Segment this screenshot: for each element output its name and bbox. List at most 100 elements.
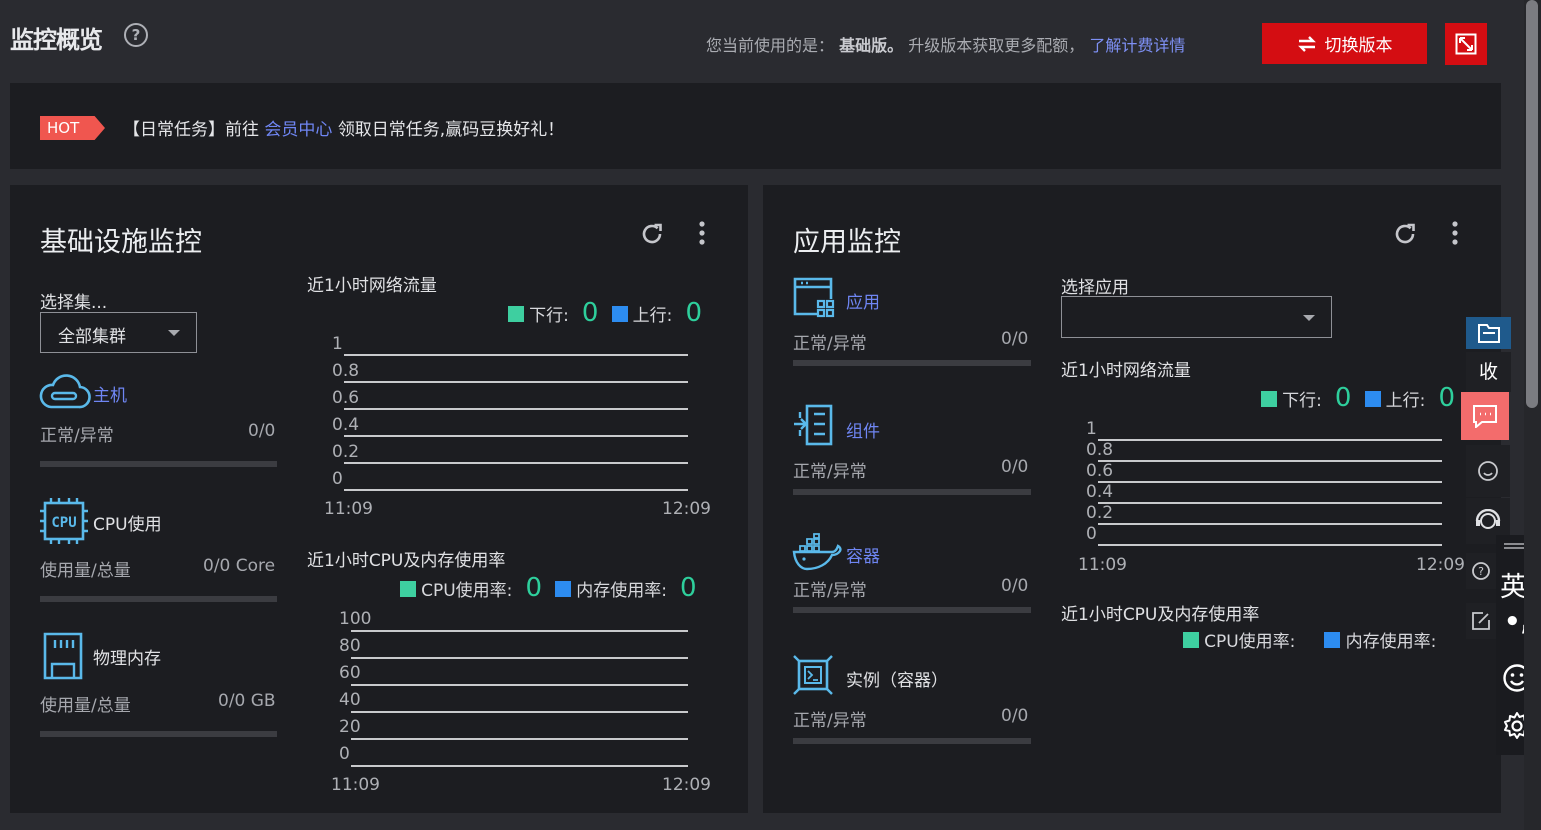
down-legend-label: 下行:: [529, 306, 569, 326]
svg-text:?: ?: [1478, 565, 1484, 578]
y-tick: 60: [339, 663, 361, 683]
down-legend-value: 0: [1334, 383, 1352, 413]
y-tick: 0.2: [1086, 503, 1114, 523]
component-icon: [792, 404, 834, 450]
edit-tool-button[interactable]: [1466, 603, 1496, 639]
y-tick: 100: [339, 609, 372, 629]
down-legend-label: 下行:: [1282, 391, 1322, 411]
app-cpu-mem-legend: CPU使用率: 内存使用率:: [1183, 627, 1436, 652]
more-vertical-icon[interactable]: [698, 220, 706, 250]
component-link[interactable]: 组件: [846, 417, 880, 442]
gridline: [351, 711, 688, 713]
app-select[interactable]: [1061, 296, 1332, 338]
gridline: [1098, 460, 1442, 462]
emoji-tool-button[interactable]: [1466, 445, 1510, 497]
instance-status-value: 0/0: [1001, 706, 1029, 726]
gridline: [1098, 523, 1442, 525]
svg-text:CPU: CPU: [51, 515, 76, 531]
cpu-legend-swatch: [400, 581, 416, 597]
cpu-usage-sub: 使用量/总量: [40, 561, 131, 581]
gridline: [344, 381, 688, 383]
switch-version-button[interactable]: 切换版本: [1262, 23, 1427, 64]
help-circle-icon[interactable]: ?: [124, 23, 148, 47]
instance-terminal-icon: [792, 654, 834, 700]
y-tick: 0.6: [332, 388, 360, 408]
cpu-progress-bar: [40, 596, 277, 602]
gridline: [1098, 439, 1442, 441]
cluster-select-label: 选择集...: [40, 293, 108, 313]
app-network-legend: 下行: 0 上行: 0: [1261, 383, 1468, 423]
gridline: [344, 408, 688, 410]
component-status-label: 正常/异常: [793, 462, 867, 482]
instance-progress-bar: [793, 738, 1031, 744]
component-status-value: 0/0: [1001, 457, 1029, 477]
help-circle-icon: ?: [1472, 562, 1490, 580]
container-whale-icon: [792, 533, 842, 575]
y-tick: 0.2: [332, 442, 360, 462]
page-title: 监控概览: [10, 26, 103, 54]
gridline: [344, 354, 688, 356]
gridline: [351, 630, 688, 632]
smile-icon: [1478, 461, 1498, 481]
app-select-label: 选择应用: [1061, 278, 1129, 298]
cpu-usage-label: CPU使用: [93, 515, 162, 535]
app-network-title: 近1小时网络流量: [1061, 361, 1191, 381]
container-progress-bar: [793, 607, 1031, 613]
member-center-link[interactable]: 会员中心: [264, 120, 332, 140]
mem-legend-label: 内存使用率:: [576, 581, 667, 601]
help-tool-button[interactable]: ?: [1466, 553, 1496, 589]
app-status-value: 0/0: [1001, 329, 1029, 349]
headset-icon: [1475, 509, 1501, 529]
cpu-legend-value: 0: [525, 573, 543, 603]
infra-cpu-mem-title: 近1小时CPU及内存使用率: [307, 551, 506, 571]
cpu-legend-label: CPU使用率:: [1204, 632, 1296, 652]
feedback-button[interactable]: [1461, 392, 1509, 440]
y-tick: 0.6: [1086, 461, 1114, 481]
more-vertical-icon[interactable]: [1451, 220, 1459, 250]
container-link[interactable]: 容器: [846, 542, 880, 567]
gridline: [344, 462, 688, 464]
host-link[interactable]: 主机: [93, 381, 127, 406]
gridline: [344, 489, 688, 491]
up-legend-label: 上行:: [1385, 391, 1426, 411]
infra-network-title: 近1小时网络流量: [307, 276, 437, 296]
folder-tool-button[interactable]: [1466, 317, 1511, 349]
expand-button[interactable]: [1445, 23, 1487, 65]
y-tick: 1: [332, 334, 343, 354]
scrollbar-thumb[interactable]: [1526, 0, 1538, 408]
x-tick: 11:09: [324, 499, 373, 519]
app-item-link[interactable]: 应用: [846, 288, 880, 313]
cpu-legend-label: CPU使用率:: [421, 581, 513, 601]
down-legend-swatch: [508, 306, 524, 322]
folder-icon: [1477, 324, 1500, 343]
mem-legend-value: 0: [680, 573, 697, 603]
gridline: [344, 435, 688, 437]
mem-legend-swatch: [555, 581, 572, 597]
y-tick: 0.4: [1086, 482, 1114, 502]
cpu-usage-value: 0/0 Core: [203, 556, 276, 576]
down-legend-swatch: [1261, 391, 1277, 407]
x-tick: 11:09: [1078, 555, 1127, 575]
version-info: 您当前使用的是： 基础版。 升级版本获取更多配额， 了解计费详情: [706, 32, 1185, 56]
refresh-icon[interactable]: [639, 221, 665, 251]
banner-suffix: 领取日常任务,赢码豆换好礼！: [337, 120, 565, 140]
cpu-legend-swatch: [1183, 632, 1199, 648]
app-monitor-panel: [763, 185, 1501, 813]
up-legend-swatch: [1364, 391, 1381, 407]
swap-icon: [1297, 35, 1316, 52]
y-tick: 40: [339, 690, 361, 710]
version-prefix: 您当前使用的是：: [706, 36, 835, 55]
ime-language-toggle[interactable]: 英: [1500, 565, 1527, 604]
gridline: [351, 684, 688, 686]
app-status-label: 正常/异常: [793, 334, 867, 354]
up-legend-label: 上行:: [632, 306, 673, 326]
collapse-button[interactable]: 收: [1466, 352, 1511, 392]
instance-status-label: 正常/异常: [793, 711, 867, 731]
cluster-select[interactable]: 全部集群: [40, 312, 197, 353]
memory-progress-bar: [40, 731, 277, 737]
hot-tag: HOT: [40, 116, 105, 140]
refresh-icon[interactable]: [1392, 221, 1418, 251]
version-suffix: 升级版本获取更多配额，: [908, 36, 1085, 55]
pricing-link[interactable]: 了解计费详情: [1089, 36, 1185, 55]
gridline: [351, 765, 688, 767]
